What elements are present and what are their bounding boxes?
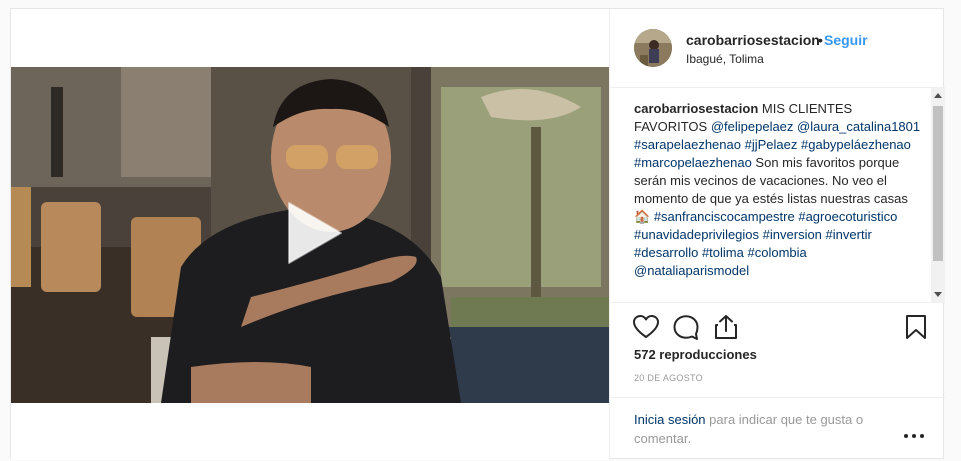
- hashtag-link[interactable]: #invertir: [826, 227, 872, 242]
- mention-link[interactable]: @laura_catalina1801: [797, 119, 920, 134]
- hashtag-link[interactable]: #desarrollo: [634, 245, 698, 260]
- hashtag-link[interactable]: #gabypeláezhenao: [801, 137, 911, 152]
- more-options-button[interactable]: [902, 428, 926, 444]
- location-link[interactable]: Ibagué, Tolima: [686, 52, 764, 66]
- bookmark-icon: [906, 315, 926, 339]
- post-sidebar: carobarriosestacion • Seguir Ibagué, Tol…: [609, 9, 945, 458]
- play-button[interactable]: [281, 199, 345, 267]
- more-options-icon: [904, 434, 924, 438]
- caption-scrollbar[interactable]: [931, 88, 945, 302]
- like-button[interactable]: [632, 313, 660, 341]
- login-link[interactable]: Inicia sesión: [634, 412, 706, 427]
- caption-author[interactable]: carobarriosestacion: [634, 101, 758, 116]
- caption: carobarriosestacion MIS CLIENTES FAVORIT…: [634, 100, 924, 280]
- hashtag-link[interactable]: #marcopelaezhenao: [634, 155, 752, 170]
- save-button[interactable]: [902, 313, 930, 341]
- avatar[interactable]: [634, 29, 672, 67]
- mention-link[interactable]: @felipepelaez: [711, 119, 794, 134]
- mention-link[interactable]: @nataliaparismodel: [634, 263, 749, 278]
- avatar-image: [634, 29, 672, 67]
- scroll-down-arrow-icon[interactable]: [934, 292, 942, 297]
- hashtag-link[interactable]: #inversion: [763, 227, 822, 242]
- hashtag-link[interactable]: #jjPelaez: [745, 137, 798, 152]
- instagram-post: carobarriosestacion • Seguir Ibagué, Tol…: [10, 8, 945, 460]
- login-text: Inicia sesión para indicar que te gusta …: [634, 410, 884, 448]
- hashtag-link[interactable]: #tolima: [702, 245, 744, 260]
- follow-button[interactable]: Seguir: [824, 32, 868, 48]
- hashtag-link[interactable]: #agroecoturistico: [798, 209, 897, 224]
- video-player[interactable]: [11, 67, 609, 403]
- comment-icon: [673, 315, 699, 340]
- username-link[interactable]: carobarriosestacion: [686, 32, 820, 48]
- comment-button[interactable]: [672, 313, 700, 341]
- caption-area[interactable]: carobarriosestacion MIS CLIENTES FAVORIT…: [610, 88, 945, 303]
- heart-icon: [633, 315, 659, 338]
- play-icon: [288, 202, 342, 264]
- post-media: [11, 9, 609, 460]
- view-count[interactable]: 572 reproducciones: [634, 347, 757, 362]
- post-header: carobarriosestacion • Seguir Ibagué, Tol…: [610, 9, 945, 88]
- hashtag-link[interactable]: #colombia: [748, 245, 807, 260]
- hashtag-link[interactable]: #sanfranciscocampestre: [654, 209, 795, 224]
- share-button[interactable]: [712, 313, 740, 341]
- separator-dot: •: [818, 32, 823, 48]
- scrollbar-thumb[interactable]: [933, 106, 943, 261]
- action-bar: [610, 309, 945, 345]
- post-date[interactable]: 20 DE AGOSTO: [634, 373, 703, 383]
- hashtag-link[interactable]: #unavidadeprivilegios: [634, 227, 759, 242]
- share-icon: [715, 315, 737, 339]
- login-prompt: Inicia sesión para indicar que te gusta …: [610, 397, 945, 459]
- scroll-up-arrow-icon[interactable]: [934, 93, 942, 98]
- hashtag-link[interactable]: #sarapelaezhenao: [634, 137, 741, 152]
